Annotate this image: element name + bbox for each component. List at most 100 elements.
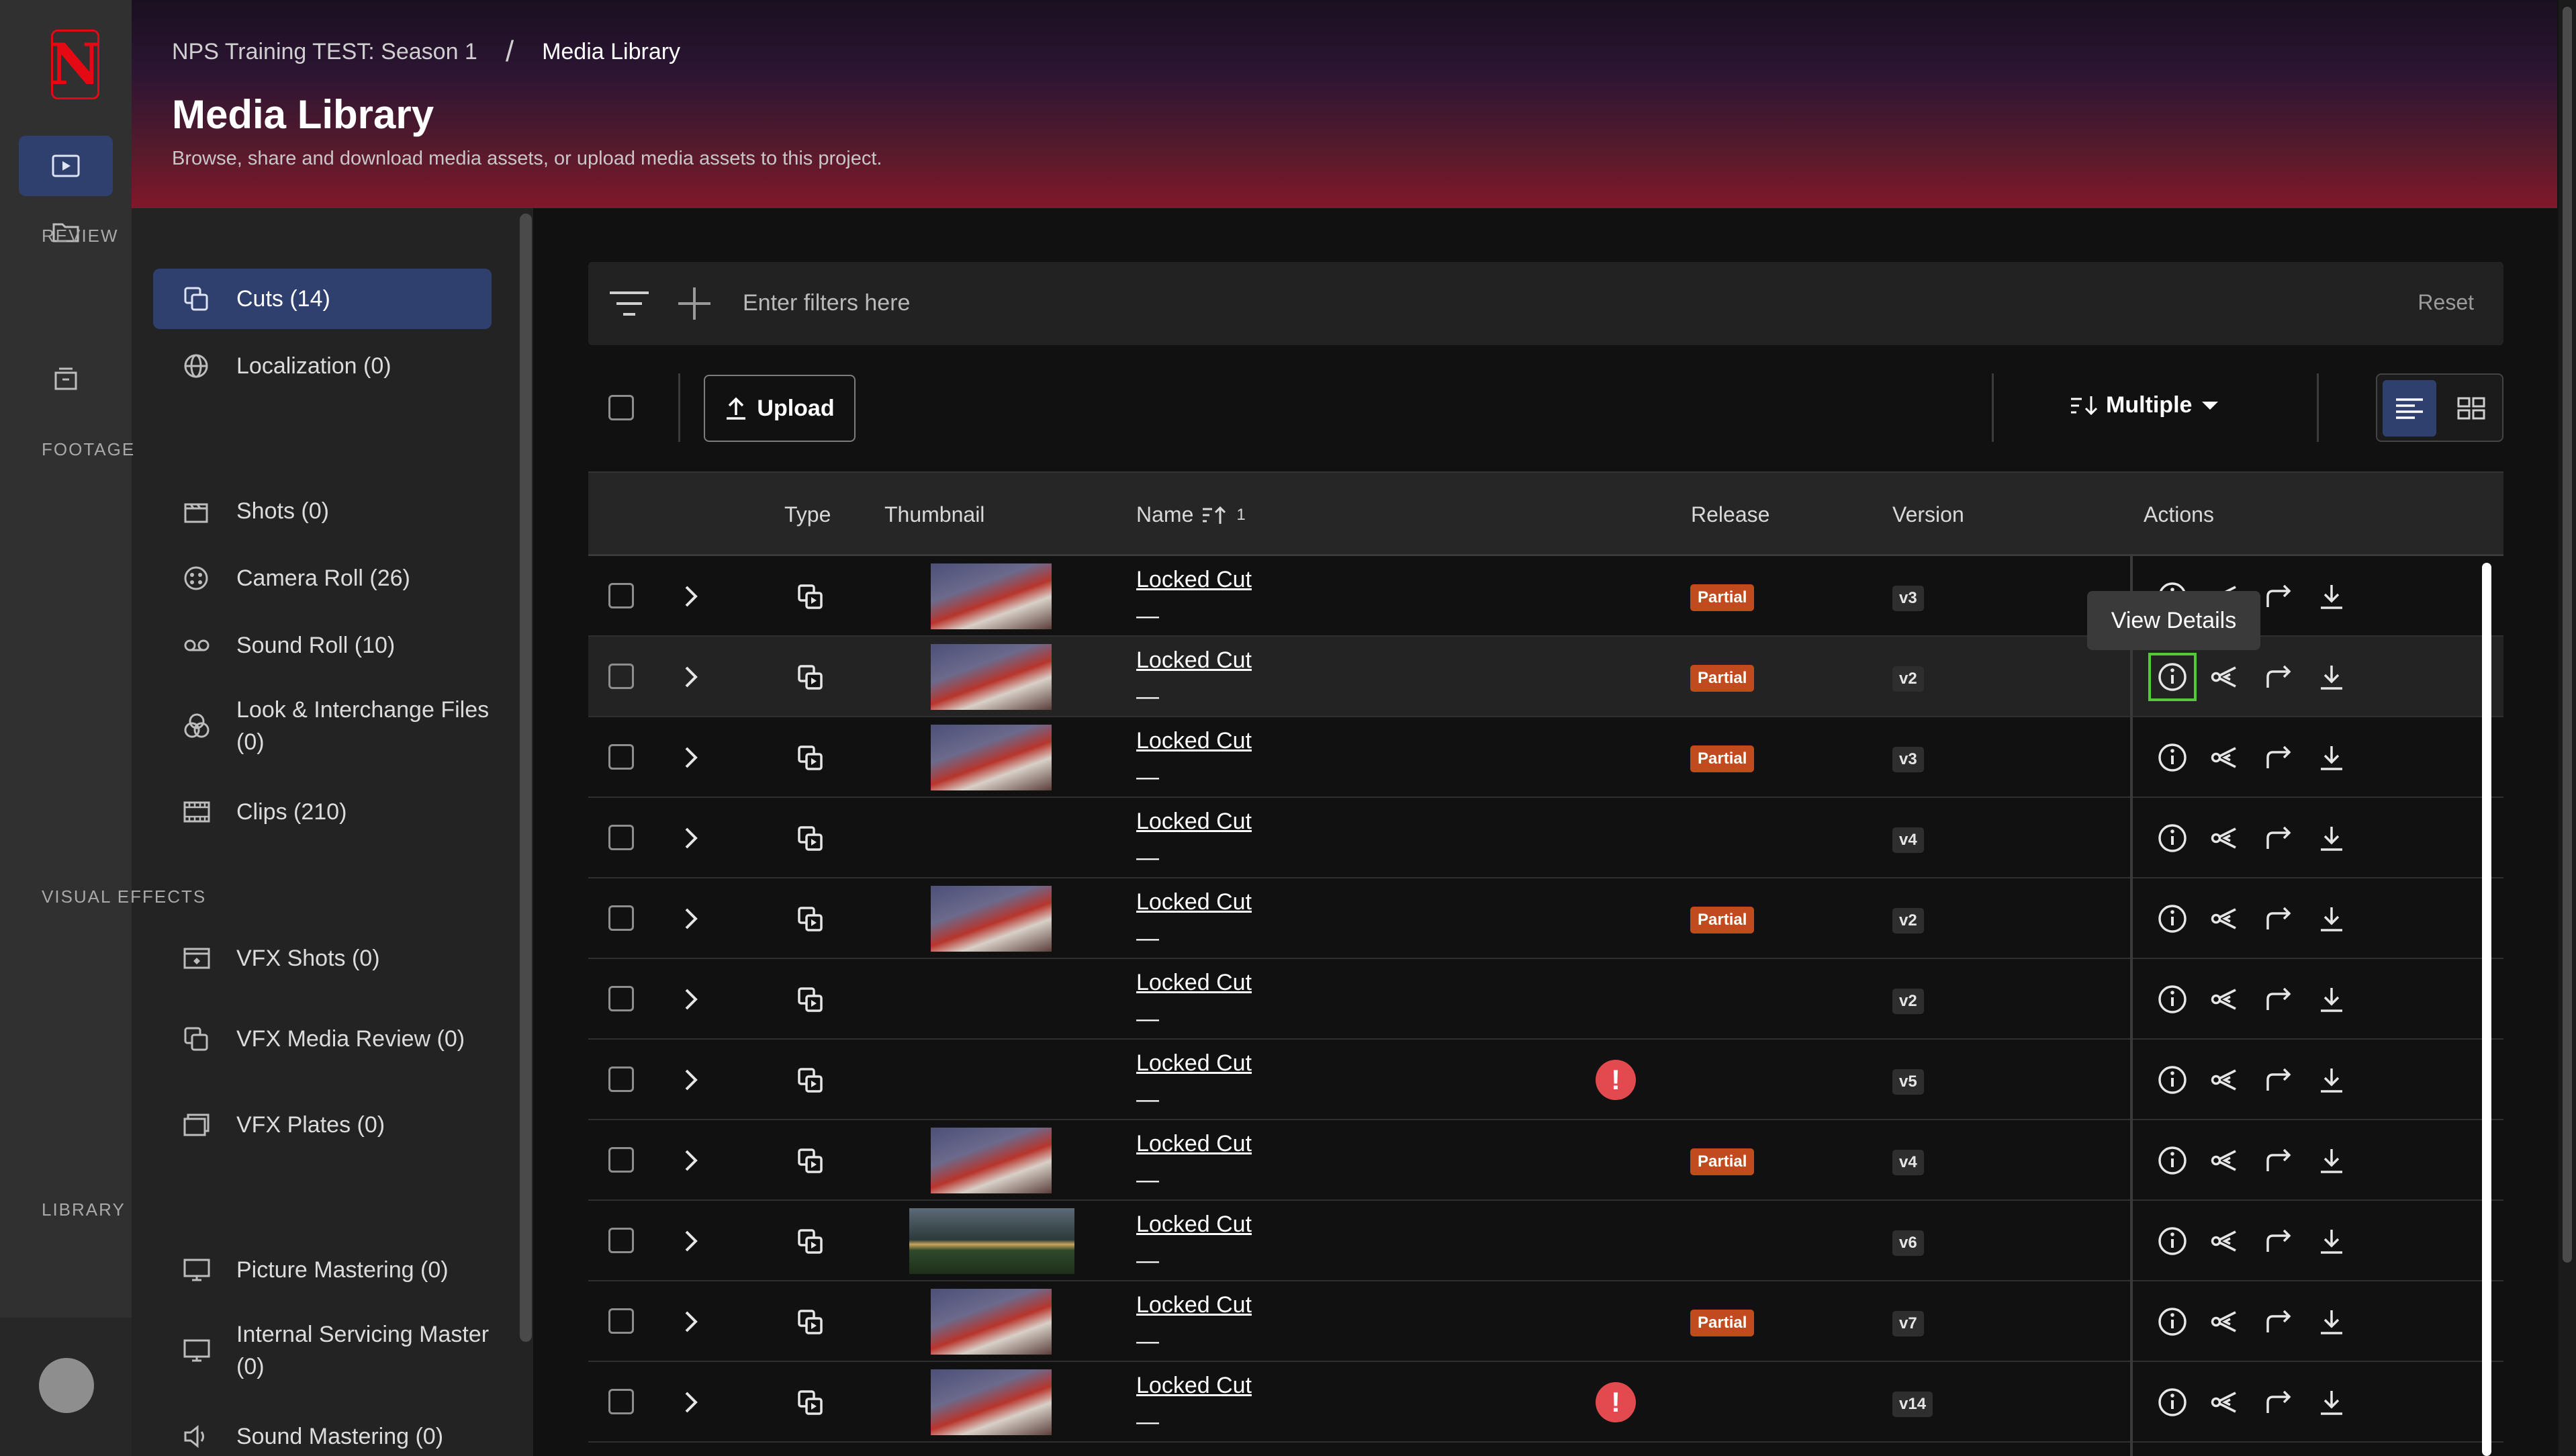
sidebar-item-sound-roll[interactable]: Sound Roll (10): [153, 615, 492, 676]
add-filter-icon[interactable]: [676, 285, 713, 322]
row-checkbox[interactable]: [608, 825, 634, 850]
sidebar-item-vfx-shots[interactable]: VFX Shots (0): [153, 928, 492, 989]
column-header-name[interactable]: Name 1: [1136, 502, 1246, 527]
chevron-right-icon[interactable]: [681, 986, 701, 1013]
sidebar-item-localization[interactable]: Localization (0): [153, 336, 492, 396]
row-checkbox[interactable]: [608, 664, 634, 689]
sidebar-item-vfx-plates[interactable]: VFX Plates (0): [153, 1095, 492, 1155]
asset-name-link[interactable]: Locked Cut: [1136, 809, 1252, 835]
share-button[interactable]: [2203, 654, 2248, 700]
row-checkbox[interactable]: [608, 905, 634, 931]
avatar[interactable]: [39, 1358, 94, 1413]
chevron-right-icon[interactable]: [681, 744, 701, 771]
share-button[interactable]: [2203, 1218, 2248, 1264]
row-checkbox[interactable]: [608, 986, 634, 1011]
download-button[interactable]: [2309, 815, 2354, 861]
table-row[interactable]: Locked Cut — v6: [588, 1201, 2503, 1281]
column-header-release[interactable]: Release: [1691, 502, 1769, 527]
sidebar-item-look-interchange[interactable]: Look & Interchange Files (0): [153, 682, 492, 770]
forward-button[interactable]: [2256, 815, 2301, 861]
sidebar-item-internal-servicing-master[interactable]: Internal Servicing Master (0): [153, 1307, 492, 1394]
reset-button[interactable]: Reset: [2418, 290, 2474, 315]
asset-name-link[interactable]: Locked Cut: [1136, 1373, 1252, 1399]
download-button[interactable]: [2309, 654, 2354, 700]
asset-name-link[interactable]: Locked Cut: [1136, 728, 1252, 754]
chevron-right-icon[interactable]: [681, 664, 701, 690]
share-button[interactable]: [2203, 896, 2248, 942]
forward-button[interactable]: [2256, 1299, 2301, 1345]
download-button[interactable]: [2309, 1379, 2354, 1425]
filter-input[interactable]: Enter filters here: [743, 290, 910, 316]
asset-name-link[interactable]: Locked Cut: [1136, 647, 1252, 674]
thumbnail-image[interactable]: [931, 1369, 1052, 1435]
forward-button[interactable]: [2256, 574, 2301, 619]
sidebar-item-cuts[interactable]: Cuts (14): [153, 269, 492, 329]
row-checkbox[interactable]: [608, 1066, 634, 1092]
forward-button[interactable]: [2256, 654, 2301, 700]
grid-view-button[interactable]: [2444, 380, 2498, 437]
sidebar-item-clips[interactable]: Clips (210): [153, 782, 492, 842]
thumbnail-image[interactable]: [931, 886, 1052, 952]
download-button[interactable]: [2309, 1138, 2354, 1183]
download-button[interactable]: [2309, 1218, 2354, 1264]
table-row[interactable]: Locked Cut — Partial v4: [588, 1120, 2503, 1201]
view-details-button[interactable]: [2150, 1218, 2195, 1264]
view-details-button[interactable]: [2150, 815, 2195, 861]
asset-name-link[interactable]: Locked Cut: [1136, 1131, 1252, 1157]
download-button[interactable]: [2309, 896, 2354, 942]
thumbnail-image[interactable]: [909, 1208, 1074, 1274]
forward-button[interactable]: [2256, 976, 2301, 1022]
table-row[interactable]: Locked Cut — v2: [588, 959, 2503, 1040]
upload-button[interactable]: Upload: [704, 375, 856, 442]
chevron-right-icon[interactable]: [681, 583, 701, 610]
row-checkbox[interactable]: [608, 1228, 634, 1253]
forward-button[interactable]: [2256, 735, 2301, 780]
download-button[interactable]: [2309, 1299, 2354, 1345]
chevron-right-icon[interactable]: [681, 1228, 701, 1255]
sort-dropdown[interactable]: Multiple: [2070, 392, 2221, 418]
chevron-right-icon[interactable]: [681, 1147, 701, 1174]
table-scrollbar[interactable]: [2482, 563, 2491, 1456]
asset-name-link[interactable]: Locked Cut: [1136, 567, 1252, 593]
view-details-button[interactable]: [2150, 976, 2195, 1022]
table-row[interactable]: Locked Cut — v4: [588, 798, 2503, 878]
chevron-right-icon[interactable]: [681, 1389, 701, 1416]
download-button[interactable]: [2309, 976, 2354, 1022]
sidebar-scrollbar[interactable]: [520, 214, 532, 1342]
row-checkbox[interactable]: [608, 1389, 634, 1414]
asset-name-link[interactable]: Locked Cut: [1136, 1212, 1252, 1238]
view-details-button[interactable]: [2150, 1057, 2195, 1103]
row-checkbox[interactable]: [608, 583, 634, 608]
table-row[interactable]: Locked Cut — Partial v7: [588, 1281, 2503, 1362]
sidebar-item-shots[interactable]: Shots (0): [153, 481, 492, 541]
asset-name-link[interactable]: Locked Cut: [1136, 970, 1252, 996]
view-details-button[interactable]: [2150, 896, 2195, 942]
column-header-type[interactable]: Type: [784, 502, 831, 527]
thumbnail-image[interactable]: [931, 1128, 1052, 1193]
row-checkbox[interactable]: [608, 1308, 634, 1334]
row-checkbox[interactable]: [608, 744, 634, 770]
share-button[interactable]: [2203, 1379, 2248, 1425]
table-row[interactable]: Locked Cut — v5 !: [588, 1040, 2503, 1120]
download-button[interactable]: [2309, 735, 2354, 780]
download-button[interactable]: [2309, 1057, 2354, 1103]
share-button[interactable]: [2203, 1138, 2248, 1183]
chevron-right-icon[interactable]: [681, 825, 701, 852]
view-details-button[interactable]: [2148, 653, 2197, 701]
share-button[interactable]: [2203, 1057, 2248, 1103]
share-button[interactable]: [2203, 976, 2248, 1022]
row-checkbox[interactable]: [608, 1147, 634, 1173]
thumbnail-image[interactable]: [931, 725, 1052, 790]
sidebar-item-picture-mastering[interactable]: Picture Mastering (0): [153, 1240, 492, 1300]
thumbnail-image[interactable]: [931, 644, 1052, 710]
view-details-button[interactable]: [2150, 1138, 2195, 1183]
netflix-logo[interactable]: N: [50, 30, 101, 99]
alert-icon[interactable]: !: [1596, 1382, 1636, 1422]
table-row[interactable]: Locked Cut — Partial v3: [588, 717, 2503, 798]
view-details-button[interactable]: [2150, 735, 2195, 780]
breadcrumb-project-link[interactable]: NPS Training TEST: Season 1: [172, 39, 477, 65]
forward-button[interactable]: [2256, 1379, 2301, 1425]
sidebar-item-vfx-media-review[interactable]: VFX Media Review (0): [153, 995, 492, 1083]
rail-archive-button[interactable]: [19, 348, 113, 408]
rail-media-button[interactable]: [19, 136, 113, 196]
